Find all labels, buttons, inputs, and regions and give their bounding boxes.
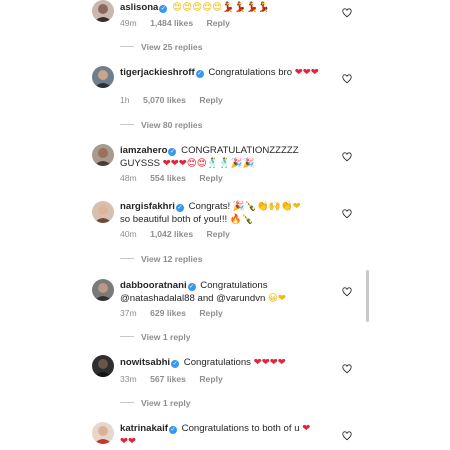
- comment-emoji: ❤❤❤: [294, 67, 319, 78]
- likes-count[interactable]: 567 likes: [150, 374, 186, 384]
- username[interactable]: dabbooratnani: [120, 280, 187, 291]
- comment-emoji: ❤: [302, 423, 311, 434]
- heart-outline-icon[interactable]: [342, 209, 352, 219]
- reply-button[interactable]: Reply: [207, 229, 230, 239]
- comment-text: aslisona ✓ 😍😍😍😍😍💃💃💃💃: [120, 2, 330, 15]
- comment-body-line2[interactable]: @natashadalal88 and @varundvn: [120, 293, 265, 304]
- verified-badge-icon: ✓: [171, 360, 180, 368]
- comment-emoji: 😀❤: [268, 292, 287, 304]
- likes-count[interactable]: 554 likes: [150, 173, 186, 183]
- comment-body: Congratulations: [183, 357, 251, 368]
- view-replies-button[interactable]: View 1 reply: [120, 398, 191, 408]
- heart-outline-icon[interactable]: [342, 287, 352, 297]
- divider: [120, 402, 134, 403]
- view-replies-button[interactable]: View 25 replies: [120, 42, 202, 52]
- comment-time: 48m: [120, 173, 137, 183]
- divider: [120, 124, 134, 125]
- view-replies-button[interactable]: View 1 reply: [120, 332, 191, 342]
- comment-meta: 37m 629 likes Reply: [120, 308, 234, 318]
- username[interactable]: tigerjackieshroff: [120, 67, 195, 78]
- avatar[interactable]: [92, 0, 114, 22]
- heart-outline-icon[interactable]: [342, 8, 352, 18]
- comment-time: 1h: [120, 95, 130, 105]
- username[interactable]: nargisfakhri: [120, 201, 175, 212]
- comment-text: iamzahero ✓ CONGRATULATIONZZZZZ GUYSSS ❤❤…: [120, 145, 330, 170]
- view-replies-label: View 1 reply: [141, 398, 191, 408]
- likes-count[interactable]: 1,484 likes: [150, 18, 193, 28]
- divider: [120, 258, 134, 259]
- likes-count[interactable]: 1,042 likes: [150, 229, 193, 239]
- comment-time: 40m: [120, 229, 137, 239]
- verified-badge-icon: ✓: [187, 283, 196, 291]
- avatar[interactable]: [92, 279, 114, 301]
- reply-button[interactable]: Reply: [199, 374, 222, 384]
- view-replies-label: View 25 replies: [141, 42, 203, 52]
- avatar[interactable]: [92, 144, 114, 166]
- view-replies-label: View 12 replies: [141, 254, 203, 264]
- comment-text: nargisfakhri ✓ Congrats! 🎉🍾👏🙌👏❤ so beauti…: [120, 201, 330, 226]
- comment-emoji-line2: 🔥🍾: [229, 213, 254, 225]
- reply-button[interactable]: Reply: [199, 308, 222, 318]
- username[interactable]: aslisona: [120, 2, 158, 13]
- avatar[interactable]: [92, 355, 114, 377]
- divider: [120, 336, 134, 337]
- comment-emoji: 🎉🍾👏🙌👏❤: [232, 201, 301, 212]
- comment-time: 37m: [120, 308, 137, 318]
- username[interactable]: nowitsabhi: [120, 357, 170, 368]
- scrollbar[interactable]: [366, 270, 369, 322]
- comment-body: Congratulations to both of u: [181, 423, 300, 434]
- comment-meta: 49m 1,484 likes Reply: [120, 18, 241, 28]
- verified-badge-icon: ✓: [159, 5, 168, 13]
- comment-body: Congratulations: [200, 280, 268, 291]
- verified-badge-icon: ✓: [175, 204, 184, 212]
- comment-body: Congrats!: [188, 201, 231, 212]
- comment-meta: 48m 554 likes Reply: [120, 173, 234, 183]
- avatar[interactable]: [92, 422, 114, 444]
- comment-text: katrinakaif ✓ Congratulations to both of …: [120, 423, 330, 448]
- comment-text: dabbooratnani ✓ Congratulations @natashad…: [120, 280, 330, 305]
- heart-outline-icon[interactable]: [342, 364, 352, 374]
- username[interactable]: katrinakaif: [120, 423, 168, 434]
- view-replies-button[interactable]: View 80 replies: [120, 120, 202, 130]
- comment-body: Congratulations bro: [208, 67, 293, 78]
- comment-emoji: ❤❤❤😍😍🕺🕺🎉🎉: [162, 157, 255, 169]
- comment-meta: 1h 5,070 likes Reply: [120, 95, 234, 105]
- reply-button[interactable]: Reply: [199, 173, 222, 183]
- view-replies-label: View 80 replies: [141, 120, 203, 130]
- comment-body-line2: so beautiful both of you!!!: [120, 213, 228, 225]
- comment-emoji: ❤❤❤❤: [253, 357, 286, 368]
- comment-time: 33m: [120, 374, 137, 384]
- verified-badge-icon: ✓: [169, 426, 177, 434]
- comment-emoji-line2: ❤❤: [120, 435, 137, 447]
- comment-time: 49m: [120, 18, 137, 28]
- comment-meta: 33m 567 likes Reply: [120, 374, 234, 384]
- likes-count[interactable]: 5,070 likes: [143, 95, 186, 105]
- view-replies-label: View 1 reply: [141, 332, 191, 342]
- verified-badge-icon: ✓: [168, 148, 177, 156]
- reply-button[interactable]: Reply: [199, 95, 222, 105]
- avatar[interactable]: [92, 66, 114, 88]
- avatar[interactable]: [92, 201, 114, 223]
- heart-outline-icon[interactable]: [342, 74, 352, 84]
- comment-text: tigerjackieshroff ✓ Congratulations bro ❤…: [120, 67, 330, 80]
- heart-outline-icon[interactable]: [342, 431, 352, 441]
- reply-button[interactable]: Reply: [207, 18, 230, 28]
- username[interactable]: iamzahero: [120, 145, 167, 156]
- verified-badge-icon: ✓: [195, 70, 204, 78]
- heart-outline-icon[interactable]: [342, 152, 352, 162]
- comment-text: nowitsabhi ✓ Congratulations ❤❤❤❤: [120, 357, 330, 370]
- comment-meta: 40m 1,042 likes Reply: [120, 229, 241, 239]
- divider: [120, 46, 134, 47]
- likes-count[interactable]: 629 likes: [150, 308, 186, 318]
- view-replies-button[interactable]: View 12 replies: [120, 254, 202, 264]
- comment-emoji: 😍😍😍😍😍💃💃💃💃: [172, 2, 270, 13]
